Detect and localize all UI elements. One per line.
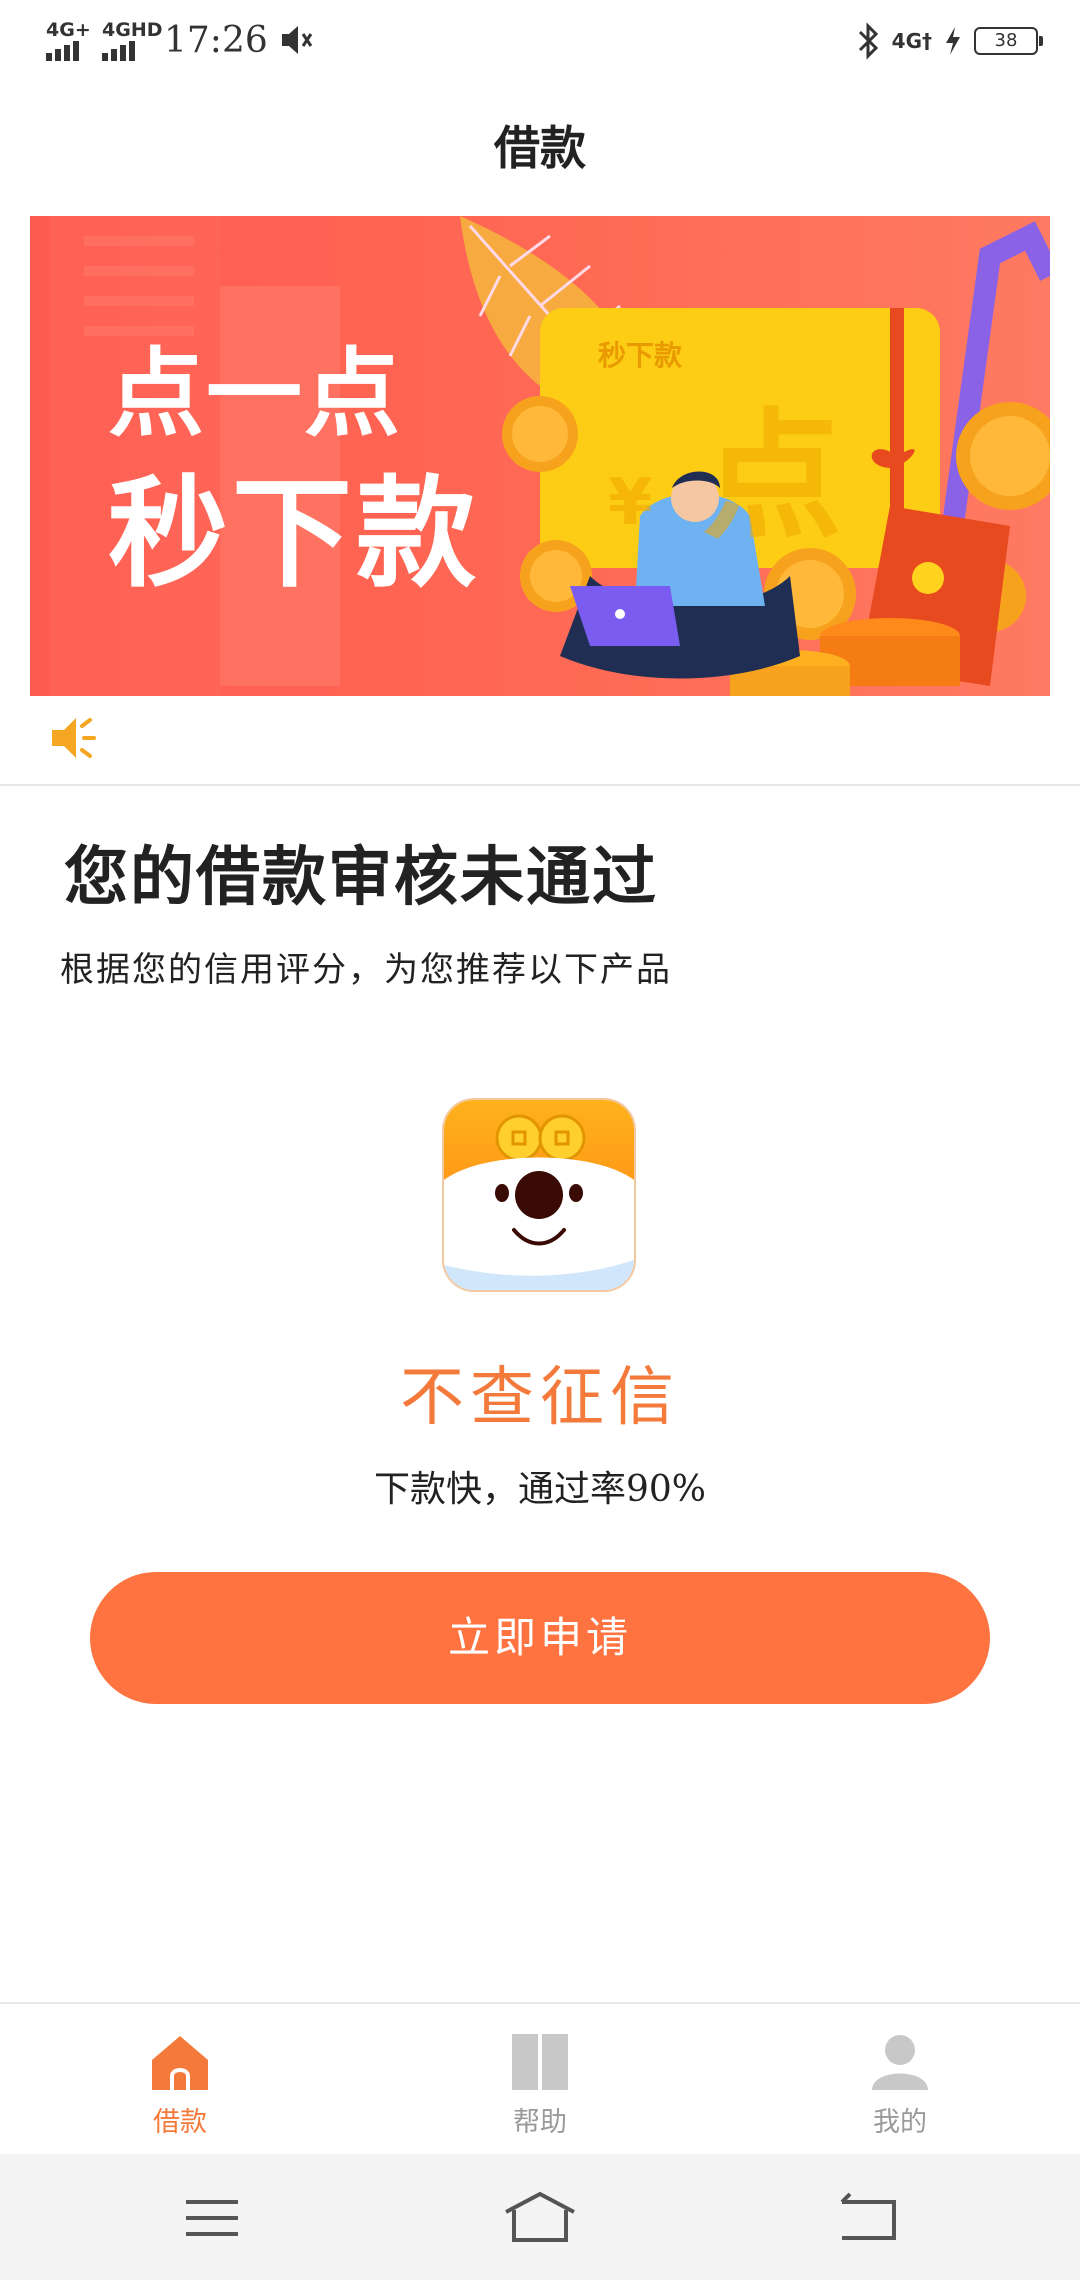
speaker-icon	[52, 718, 96, 758]
mute-icon	[281, 26, 312, 54]
signal-strength-icon: 4GHD	[102, 19, 163, 61]
notice-row	[30, 702, 1050, 772]
home-icon	[152, 2036, 208, 2090]
home-outline-icon[interactable]	[500, 2188, 580, 2248]
recommendation-subline: 根据您的信用评分，为您推荐以下产品	[60, 950, 672, 990]
tab-help[interactable]: 帮助	[440, 2024, 640, 2144]
network-label: 4G†	[891, 29, 932, 53]
charging-icon	[946, 27, 960, 55]
signal-strength-icon: 4G+	[46, 19, 92, 61]
system-nav-bar	[0, 2154, 1080, 2280]
tab-mine-label: 我的	[873, 2107, 927, 2138]
signal1-label: 4G+	[46, 19, 91, 41]
review-result-headline: 您的借款审核未通过	[64, 840, 658, 915]
signal2-label: 4GHD	[102, 19, 163, 41]
banner-line1: 点一点	[108, 338, 402, 450]
user-icon	[872, 2035, 928, 2090]
battery-icon: 38	[974, 27, 1043, 55]
apply-now-button[interactable]: 立即申请	[90, 1572, 990, 1704]
status-left: 4G+ 4GHD 17:26	[46, 14, 314, 66]
banner-card-symbol: ¥	[608, 466, 653, 540]
product-app-icon[interactable]	[444, 1100, 634, 1290]
banner-card-char: 点	[702, 396, 843, 559]
product-description: 下款快，通过率90%	[373, 1469, 707, 1510]
battery-level: 38	[994, 30, 1018, 51]
product-name: 不查征信	[400, 1361, 680, 1435]
tab-loan[interactable]: 借款	[80, 2024, 280, 2144]
status-bar: 4G+ 4GHD 17:26 4G† 38	[0, 0, 1080, 80]
promo-banner[interactable]: 点一点 秒下款 秒下款 点 ¥	[30, 216, 1050, 696]
divider	[0, 784, 1080, 786]
mascot-icon	[444, 1100, 634, 1290]
tab-loan-label: 借款	[153, 2107, 207, 2138]
bluetooth-icon	[858, 22, 878, 60]
bottom-nav: 借款 帮助 我的	[0, 2002, 1080, 2156]
menu-icon[interactable]	[172, 2188, 252, 2248]
tab-mine[interactable]: 我的	[800, 2024, 1000, 2144]
book-icon	[512, 2034, 568, 2090]
tab-help-label: 帮助	[513, 2107, 567, 2138]
status-right: 4G† 38	[856, 18, 1043, 64]
back-icon[interactable]	[828, 2188, 908, 2248]
page-title: 借款	[494, 121, 586, 175]
banner-card-brand: 秒下款	[598, 339, 683, 372]
banner-line2: 秒下款	[108, 465, 480, 604]
status-time: 17:26	[164, 19, 268, 61]
